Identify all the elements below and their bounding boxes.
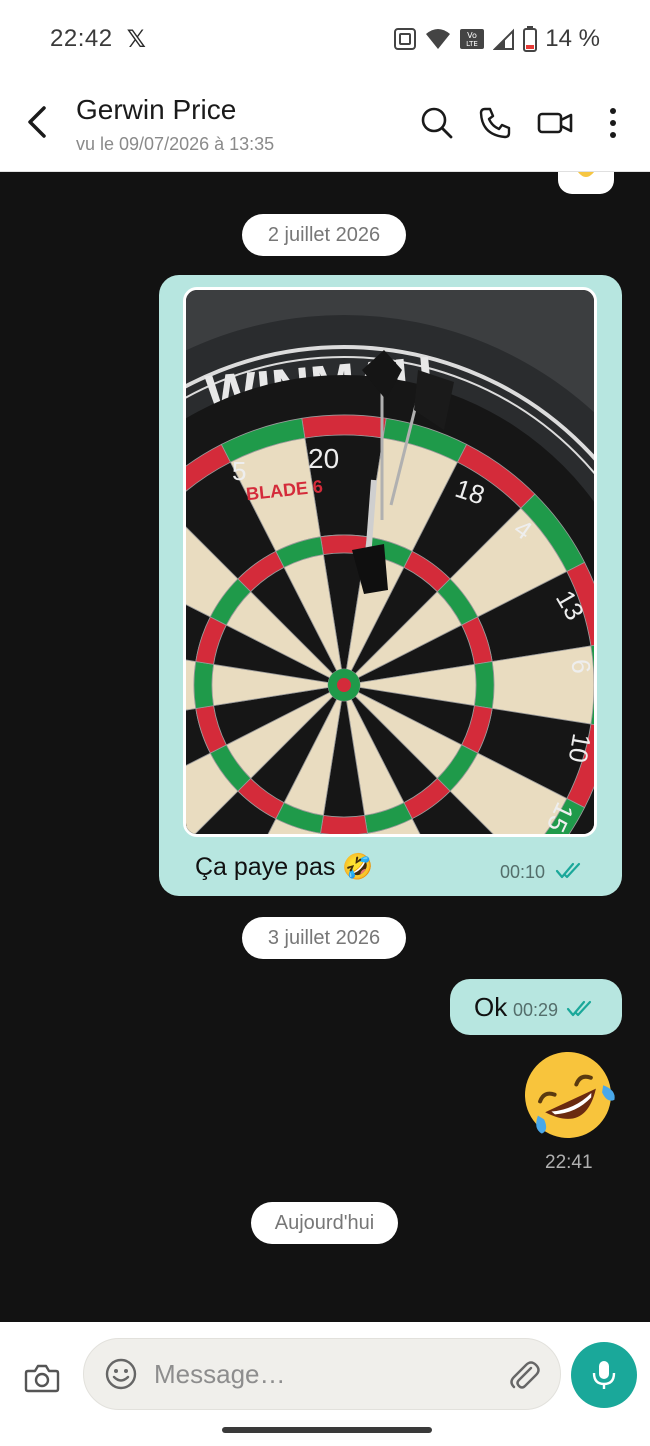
message-text: Ok <box>474 992 508 1022</box>
nfc-icon <box>394 28 417 50</box>
message-time: 00:29 <box>513 1000 559 1020</box>
video-call-icon[interactable] <box>537 106 573 140</box>
contact-name[interactable]: Gerwin Price <box>76 94 236 126</box>
message-time: 00:10 <box>500 862 546 882</box>
attachment-icon[interactable] <box>508 1357 542 1391</box>
text-message-bubble[interactable]: Ok 00:29 <box>450 979 622 1035</box>
signal-icon <box>493 28 515 50</box>
svg-text:10: 10 <box>563 731 594 765</box>
voice-record-button[interactable] <box>571 1342 637 1408</box>
date-separator: 3 juillet 2026 <box>242 917 406 959</box>
date-separator: Aujourd'hui <box>251 1202 398 1244</box>
more-options-icon[interactable] <box>600 106 626 140</box>
emoji-picker-icon[interactable] <box>104 1357 138 1391</box>
status-time: 22:42 <box>50 25 113 52</box>
message-placeholder: Message… <box>154 1359 286 1389</box>
search-icon[interactable] <box>420 106 454 140</box>
read-receipt-icon <box>555 862 581 879</box>
dartboard-photo[interactable]: WINMAU 20 5 18 4 13 6 10 15 BLADE 6 <box>183 287 597 837</box>
rolling-laughing-emoji-icon[interactable] <box>518 1045 618 1145</box>
battery-icon <box>523 26 538 52</box>
volte-icon: Vo LTE <box>460 29 485 49</box>
back-arrow-icon[interactable] <box>22 104 54 140</box>
image-caption: Ça paye pas 🤣 <box>195 853 374 881</box>
status-bar: 22:42 𝕏 Vo LTE 14 % <box>0 0 650 78</box>
svg-text:Vo: Vo <box>467 31 477 40</box>
previous-message-peek <box>558 172 614 194</box>
x-app-icon: 𝕏 <box>126 25 146 53</box>
message-input[interactable]: Message… <box>83 1338 561 1410</box>
camera-icon[interactable] <box>24 1362 60 1394</box>
read-receipt-icon <box>566 1000 592 1017</box>
dartboard-segment <box>193 661 215 709</box>
svg-text:20: 20 <box>308 443 339 474</box>
svg-text:6: 6 <box>566 658 594 675</box>
phone-call-icon[interactable] <box>478 106 512 140</box>
last-seen: vu le 09/07/2026 à 13:35 <box>76 134 275 154</box>
message-composer: Message… <box>0 1322 650 1446</box>
wifi-icon <box>426 29 451 49</box>
microphone-icon <box>592 1361 616 1389</box>
battery-percent: 14 % <box>545 25 600 52</box>
svg-text:LTE: LTE <box>466 40 478 48</box>
chat-header: Gerwin Price vu le 09/07/2026 à 13:35 <box>0 78 650 172</box>
grin-emoji-icon <box>578 172 594 177</box>
message-list[interactable]: 2 juillet 2026 WINMAU <box>0 172 650 1322</box>
gesture-bar <box>222 1427 432 1433</box>
svg-text:5: 5 <box>232 456 246 486</box>
dartboard-segment <box>473 661 495 709</box>
message-time: 22:41 <box>545 1152 593 1173</box>
dartboard-segment <box>320 814 368 834</box>
image-message-bubble[interactable]: WINMAU 20 5 18 4 13 6 10 15 BLADE 6 <box>159 275 622 896</box>
date-separator: 2 juillet 2026 <box>242 214 406 256</box>
